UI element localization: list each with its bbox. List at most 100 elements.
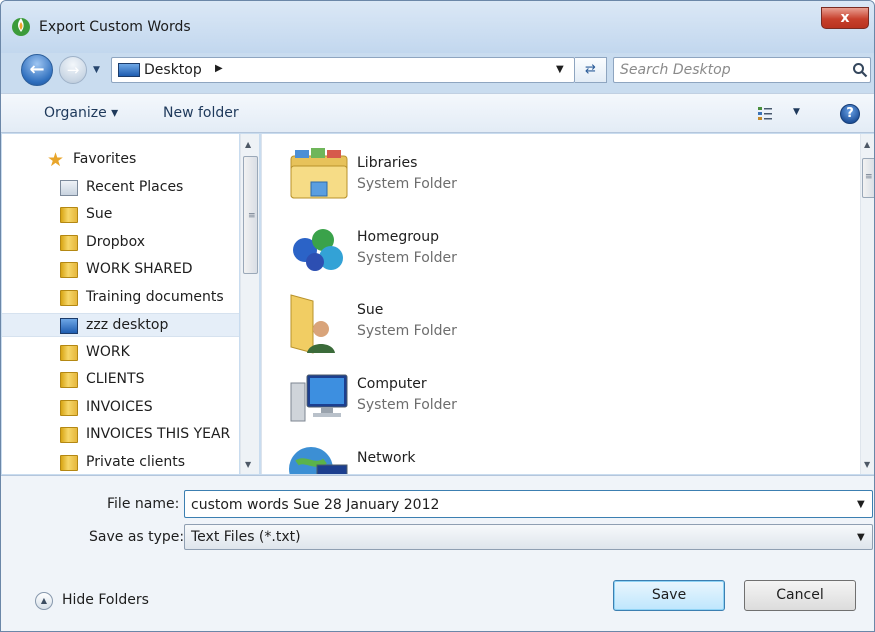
chevron-up-icon: ▲: [35, 592, 53, 610]
nav-item-label: Private clients: [86, 454, 186, 470]
list-item-computer[interactable]: Computer System Folder: [287, 365, 587, 431]
grip-icon: ≡: [248, 211, 256, 221]
refresh-icon[interactable]: ⇄: [575, 57, 607, 83]
homegroup-icon: [293, 229, 343, 271]
nav-item-invoices[interactable]: INVOICES: [2, 396, 239, 420]
nav-item-label: Training documents: [86, 289, 224, 305]
view-dropdown-icon[interactable]: ▼: [793, 107, 800, 117]
folder-icon: [60, 345, 78, 361]
folder-icon: [60, 262, 78, 278]
file-name-label: File name:: [107, 496, 180, 512]
window-title: Export Custom Words: [39, 19, 191, 35]
breadcrumb-arrow-icon[interactable]: ▶: [215, 63, 223, 74]
desktop-icon: [60, 318, 78, 334]
save-as-type-select[interactable]: Text Files (*.txt) ▼: [184, 524, 873, 550]
file-type: System Folder: [357, 250, 457, 266]
title-bar: Export Custom Words x: [1, 1, 874, 53]
recent-pages-dropdown-icon[interactable]: ▼: [93, 65, 100, 75]
file-type: System Folder: [357, 323, 457, 339]
folder-icon: [60, 427, 78, 443]
save-as-type-label: Save as type:: [89, 529, 185, 545]
file-name-dropdown-icon[interactable]: ▼: [857, 499, 865, 510]
user-folder-icon: [290, 294, 335, 354]
nav-item-label: WORK: [86, 344, 130, 360]
new-folder-button[interactable]: New folder: [163, 105, 239, 121]
file-list: Libraries System Folder Homegroup System…: [261, 134, 860, 474]
organize-button[interactable]: Organize ▾: [44, 105, 118, 121]
navigation-pane: ★ Favorites Recent Places Sue Dropbox WO…: [2, 134, 239, 474]
scroll-down-icon[interactable]: ▼: [864, 460, 870, 469]
close-button[interactable]: x: [821, 7, 869, 29]
file-list-scrollbar[interactable]: ▲ ≡ ▼: [860, 134, 874, 474]
nav-item-sue[interactable]: Sue: [2, 203, 239, 227]
folder-icon: [60, 372, 78, 388]
hide-folders-label: Hide Folders: [62, 592, 149, 608]
nav-item-training-documents[interactable]: Training documents: [2, 286, 239, 310]
folder-icon: [60, 455, 78, 471]
export-custom-words-dialog: Export Custom Words x ← → ▼ Desktop ▶ ▼ …: [0, 0, 875, 632]
favorites-star-icon: ★: [47, 149, 65, 171]
dragon-flame-icon: [12, 18, 30, 36]
nav-item-label: WORK SHARED: [86, 261, 193, 277]
file-list-scroll-thumb[interactable]: ≡: [862, 158, 874, 198]
nav-item-work[interactable]: WORK: [2, 341, 239, 365]
list-item-network[interactable]: Network: [287, 439, 587, 474]
save-button[interactable]: Save: [613, 580, 725, 611]
nav-favorites-label: Favorites: [73, 151, 137, 167]
file-type: System Folder: [357, 397, 457, 413]
nav-item-label: INVOICES: [86, 399, 153, 415]
nav-item-label: Dropbox: [86, 234, 145, 250]
file-name: Sue: [357, 302, 384, 318]
address-dropdown-icon[interactable]: ▼: [556, 64, 564, 75]
folder-icon: [60, 290, 78, 306]
nav-item-label: zzz desktop: [86, 317, 169, 333]
navigation-scroll-thumb[interactable]: ≡: [243, 156, 258, 274]
view-details-icon: [758, 107, 772, 120]
folder-icon: [60, 207, 78, 223]
folder-icon: [60, 400, 78, 416]
nav-item-label: Recent Places: [86, 179, 184, 195]
command-toolbar: Organize ▾ New folder ▼ ?: [1, 93, 874, 133]
save-as-type-dropdown-icon[interactable]: ▼: [857, 532, 865, 543]
search-icon[interactable]: [852, 62, 868, 78]
nav-item-invoices-this-year[interactable]: INVOICES THIS YEAR: [2, 423, 239, 447]
forward-arrow-icon[interactable]: →: [59, 56, 87, 84]
list-item-libraries[interactable]: Libraries System Folder: [287, 144, 587, 210]
save-as-type-value: Text Files (*.txt): [191, 529, 301, 545]
search-box[interactable]: [613, 57, 871, 83]
nav-item-recent-places[interactable]: Recent Places: [2, 176, 239, 200]
file-name: Homegroup: [357, 229, 440, 245]
nav-item-work-shared[interactable]: WORK SHARED: [2, 258, 239, 282]
network-icon: [289, 447, 348, 474]
navigation-scrollbar[interactable]: ▲ ≡ ▼: [240, 134, 259, 474]
back-arrow-icon[interactable]: ←: [21, 54, 53, 86]
desktop-icon: [118, 63, 140, 77]
file-name: Libraries: [357, 155, 418, 171]
change-view-button[interactable]: ▼: [757, 104, 803, 124]
nav-favorites[interactable]: ★ Favorites: [2, 148, 239, 172]
nav-item-clients[interactable]: CLIENTS: [2, 368, 239, 392]
nav-item-label: CLIENTS: [86, 371, 145, 387]
scroll-down-icon[interactable]: ▼: [245, 460, 251, 469]
search-input[interactable]: [620, 61, 840, 79]
file-name-field[interactable]: ▼: [184, 490, 873, 518]
nav-item-dropbox[interactable]: Dropbox: [2, 231, 239, 255]
folder-icon: [60, 235, 78, 251]
list-item-sue[interactable]: Sue System Folder: [287, 291, 587, 357]
scroll-up-icon[interactable]: ▲: [864, 140, 870, 149]
cancel-button[interactable]: Cancel: [744, 580, 856, 611]
address-location[interactable]: Desktop: [144, 62, 202, 78]
save-options-panel: File name: ▼ Save as type: Text Files (*…: [1, 475, 874, 631]
nav-item-label: Sue: [86, 206, 113, 222]
address-bar[interactable]: Desktop ▶ ▼: [111, 57, 575, 83]
grip-icon: ≡: [865, 172, 873, 182]
nav-item-private-clients[interactable]: Private clients: [2, 451, 239, 474]
file-name: Network: [357, 450, 416, 466]
file-name: Computer: [357, 376, 427, 392]
nav-item-label: INVOICES THIS YEAR: [86, 426, 231, 442]
help-icon[interactable]: ?: [840, 104, 860, 124]
file-name-input[interactable]: [191, 495, 831, 515]
list-item-homegroup[interactable]: Homegroup System Folder: [287, 218, 587, 284]
scroll-up-icon[interactable]: ▲: [245, 140, 251, 149]
nav-item-zzz-desktop[interactable]: zzz desktop: [2, 313, 239, 337]
